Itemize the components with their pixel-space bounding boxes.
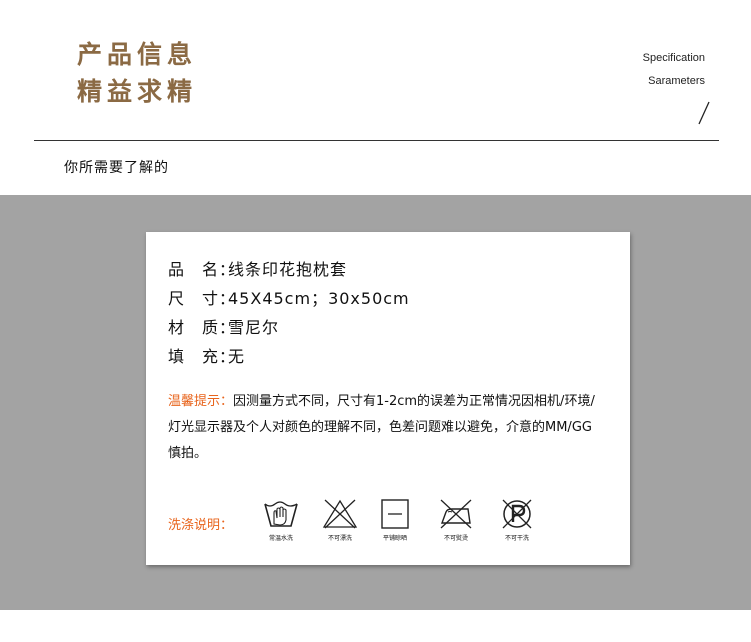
- hand-wash-icon: [264, 501, 298, 527]
- section-subtitle: 你所需要了解的: [64, 160, 169, 176]
- care-caption: 不可干洗: [504, 535, 529, 542]
- care-item-dry-flat: 平铺晾晒: [370, 498, 420, 542]
- care-caption: 不可漂洗: [327, 535, 352, 542]
- tip-label: 温馨提示：: [168, 394, 234, 409]
- no-iron-icon: [440, 499, 472, 529]
- no-bleach-icon: [322, 499, 358, 529]
- care-item-no-bleach: 不可漂洗: [315, 498, 365, 542]
- spec-row-filling: 填 充：无: [168, 343, 245, 367]
- english-title-line-2: Sarameters: [648, 75, 705, 87]
- tip-note: 温馨提示：因测量方式不同，尺寸有1-2cm的误差为正常情况因相机/环境/灯光显示…: [168, 389, 598, 467]
- page-title-line-1: 产品信息: [77, 40, 198, 69]
- spec-key: 填 充：: [168, 347, 237, 366]
- spec-row-name: 品 名：线条印花抱枕套: [168, 256, 347, 280]
- spec-key: 尺 寸：: [168, 289, 237, 308]
- dry-flat-icon: [381, 499, 409, 529]
- spec-key: 品 名：: [168, 260, 237, 279]
- care-caption: 不可熨烫: [443, 535, 468, 542]
- spec-value: 45X45cm；30x50cm: [228, 289, 410, 308]
- spec-value: 线条印花抱枕套: [228, 260, 348, 279]
- spec-key: 材 质：: [168, 318, 237, 337]
- header-divider: [34, 140, 719, 141]
- slash-decoration: [698, 101, 710, 125]
- spec-value: 雪尼尔: [228, 318, 280, 337]
- care-item-no-dry-clean: 不可干洗: [492, 498, 542, 542]
- tip-text: 因测量方式不同，尺寸有1-2cm的误差为正常情况因相机/环境/灯光显示器及个人对…: [168, 394, 595, 461]
- care-caption: 常温水洗: [268, 535, 293, 542]
- english-title-line-1: Specification: [642, 52, 705, 64]
- spec-row-material: 材 质：雪尼尔: [168, 314, 279, 338]
- care-item-no-iron: 不可熨烫: [431, 498, 481, 542]
- page-title-line-2: 精益求精: [77, 77, 198, 106]
- no-dry-clean-icon: [502, 499, 532, 529]
- care-caption: 平铺晾晒: [382, 535, 407, 542]
- spec-row-size: 尺 寸：45X45cm；30x50cm: [168, 285, 410, 309]
- care-item-hand-wash: 常温水洗: [256, 498, 306, 542]
- product-info-card: 品 名：线条印花抱枕套 尺 寸：45X45cm；30x50cm 材 质：雪尼尔 …: [146, 232, 630, 565]
- spec-value: 无: [228, 347, 246, 366]
- wash-instructions-label: 洗涤说明：: [168, 518, 234, 533]
